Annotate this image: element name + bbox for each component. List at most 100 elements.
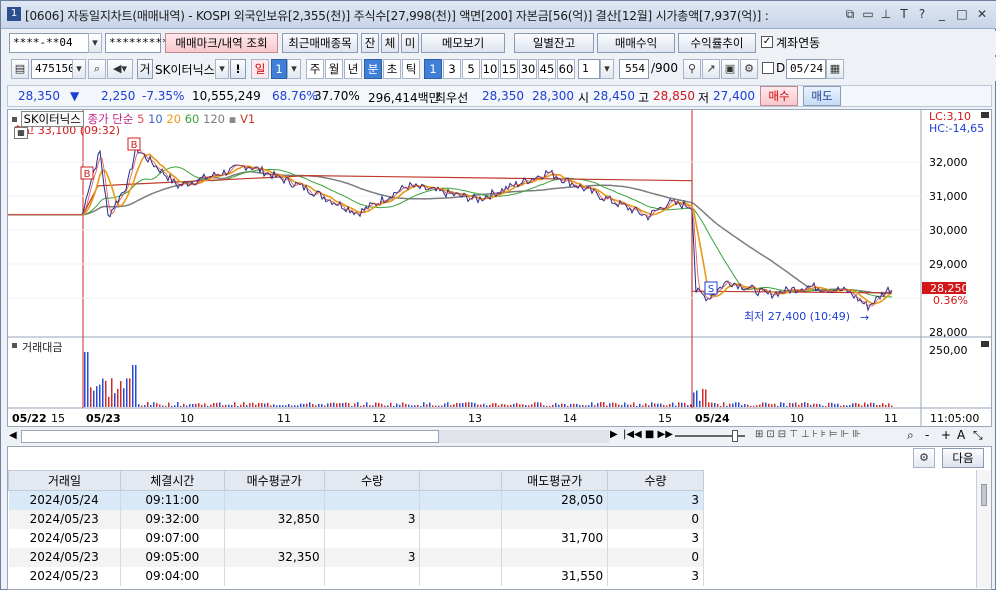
buy-button[interactable]: 매수 — [760, 86, 798, 106]
scroll-thumb[interactable] — [21, 430, 439, 443]
legend-stock-name[interactable]: SK이터닉스 — [20, 111, 84, 127]
close-icon[interactable]: ✕ — [975, 7, 989, 21]
speaker-icon[interactable]: ◀▾ — [107, 59, 133, 79]
volume-bar — [444, 403, 446, 407]
volume-bar — [567, 405, 569, 407]
table-scrollbar[interactable] — [976, 470, 991, 588]
minute-30-button[interactable]: 30 — [519, 59, 537, 79]
volume-bar — [753, 405, 755, 407]
calendar-icon[interactable]: ▦ — [826, 59, 844, 79]
minute-1-button[interactable]: 1 — [424, 59, 442, 79]
save-icon[interactable]: ▣ — [721, 59, 739, 79]
table-row[interactable]: 2024/05/23 09:05:00 32,350 3 0 — [8, 547, 704, 567]
restore-icon[interactable]: ▭ — [861, 7, 875, 21]
bar-count-input[interactable]: 554 — [619, 59, 649, 79]
period-dropdown-icon[interactable]: ▾ — [287, 59, 301, 79]
daily-balance-button[interactable]: 일별잔고 — [514, 33, 594, 53]
period-month-button[interactable]: 월 — [325, 59, 343, 79]
help-icon[interactable]: ? — [915, 7, 929, 21]
alert-button[interactable]: ! — [230, 59, 246, 79]
period-year-button[interactable]: 년 — [344, 59, 362, 79]
scroll-right-icon[interactable]: ▶ — [610, 429, 618, 440]
indicator-icon[interactable]: ⚲ — [683, 59, 701, 79]
volume-bar — [330, 402, 332, 407]
volume-bar — [612, 402, 614, 407]
account-input[interactable]: ****-**04 — [9, 33, 89, 53]
return-trend-button[interactable]: 수익률추이 — [678, 33, 756, 53]
volume-bar — [834, 404, 836, 407]
balance-button[interactable]: 잔 — [361, 33, 379, 53]
stock-dropdown-icon[interactable]: ▾ — [215, 59, 229, 79]
x-axis-label: 05/23 — [86, 412, 121, 425]
table-settings-icon[interactable]: ⚙ — [913, 448, 935, 468]
minute-5-button[interactable]: 5 — [462, 59, 480, 79]
period-week-button[interactable]: 주 — [306, 59, 324, 79]
period-tick-button[interactable]: 틱 — [402, 59, 420, 79]
code-dropdown-icon[interactable]: ▾ — [72, 59, 86, 79]
zoom-out-icon[interactable]: - — [925, 428, 929, 442]
volume-bar — [348, 403, 350, 407]
table-scroll-thumb[interactable] — [981, 484, 987, 506]
maximize-icon[interactable]: □ — [955, 7, 969, 21]
settings-icon[interactable]: ⚙ — [740, 59, 758, 79]
drawing-tools[interactable]: ⊞⊡⊟⊤⊥⊦⊧⊨⊩⊪ — [755, 429, 864, 440]
unfilled-button[interactable]: 미 — [401, 33, 419, 53]
chart-table-icon[interactable]: ▦ — [14, 127, 28, 139]
pin-icon[interactable]: ⊥ — [879, 7, 893, 21]
table-row[interactable]: 2024/05/24 09:11:00 28,050 3 — [8, 490, 704, 510]
filled-button[interactable]: 체 — [381, 33, 399, 53]
scroll-left-icon[interactable]: ◀ — [9, 430, 17, 441]
period-second-button[interactable]: 초 — [383, 59, 401, 79]
table-row[interactable]: 2024/05/23 09:04:00 31,550 3 — [8, 566, 704, 586]
count-select[interactable]: 1 — [578, 59, 600, 79]
price-pane-button[interactable] — [981, 112, 989, 118]
link-icon[interactable]: ⧉ — [843, 7, 857, 21]
period-day-button[interactable]: 일 — [251, 59, 269, 79]
period-number[interactable]: 1 — [271, 59, 287, 79]
zoom-icon[interactable]: ⌕ — [907, 428, 914, 443]
memo-button[interactable]: 메모보기 — [421, 33, 505, 53]
playback-controls[interactable]: |◀◀ ■ ▶▶ — [623, 429, 673, 440]
trade-mark-button[interactable]: 매매마크/내역 조회 — [165, 33, 278, 53]
next-button[interactable]: 다음 — [942, 448, 984, 468]
volume-pane-button[interactable] — [981, 341, 989, 347]
date-checkbox[interactable] — [762, 62, 774, 74]
volume-bar — [144, 405, 146, 407]
password-input[interactable]: ********* — [105, 33, 169, 53]
recent-trades-button[interactable]: 최근매매종목 — [282, 33, 358, 53]
sell-button[interactable]: 매도 — [803, 86, 841, 106]
buy-mark-1[interactable]: B — [80, 166, 94, 180]
minute-15-button[interactable]: 15 — [500, 59, 518, 79]
trendline-icon[interactable]: ↗ — [702, 59, 720, 79]
chart-area[interactable]: B B S 최고 33,100 (09:32) 최저 27,400 (10:49… — [7, 109, 992, 427]
period-minute-button[interactable]: 분 — [364, 59, 382, 79]
exchange-button[interactable]: 거 — [137, 59, 153, 79]
text-tool-icon[interactable]: A — [957, 428, 965, 442]
minute-60-button[interactable]: 60 — [557, 59, 575, 79]
minute-10-button[interactable]: 10 — [481, 59, 499, 79]
expand-icon[interactable]: ⤡ — [973, 428, 983, 443]
trade-profit-button[interactable]: 매매수익 — [597, 33, 675, 53]
scroll-track[interactable] — [439, 430, 609, 443]
minimize-icon[interactable]: _ — [935, 7, 949, 21]
table-row[interactable]: 2024/05/23 09:32:00 32,850 3 0 — [8, 509, 704, 529]
volume-bar — [327, 403, 329, 407]
account-link-checkbox[interactable]: ✓ — [761, 36, 773, 48]
price-chart[interactable]: B B S 최고 33,100 (09:32) 최저 27,400 (10:49… — [8, 110, 991, 426]
sell-mark[interactable]: S — [704, 281, 718, 295]
date-input[interactable]: 05/24 — [786, 59, 826, 79]
menu-icon[interactable]: ▤ — [11, 59, 29, 79]
count-dropdown-icon[interactable]: ▾ — [600, 59, 614, 79]
minute-45-button[interactable]: 45 — [538, 59, 556, 79]
search-icon[interactable]: ⌕ — [88, 59, 106, 79]
minute-3-button[interactable]: 3 — [443, 59, 461, 79]
table-row[interactable]: 2024/05/23 09:07:00 31,700 3 — [8, 528, 704, 548]
x-axis-label: 12 — [372, 412, 386, 425]
zoom-in-icon[interactable]: + — [941, 428, 951, 442]
stock-code-input[interactable]: 475150 — [31, 59, 75, 79]
zoom-slider-handle[interactable] — [732, 430, 738, 442]
buy-mark-2[interactable]: B — [127, 137, 141, 151]
table-cell — [419, 490, 503, 510]
account-dropdown-icon[interactable]: ▾ — [88, 33, 102, 53]
font-icon[interactable]: T — [897, 7, 911, 21]
